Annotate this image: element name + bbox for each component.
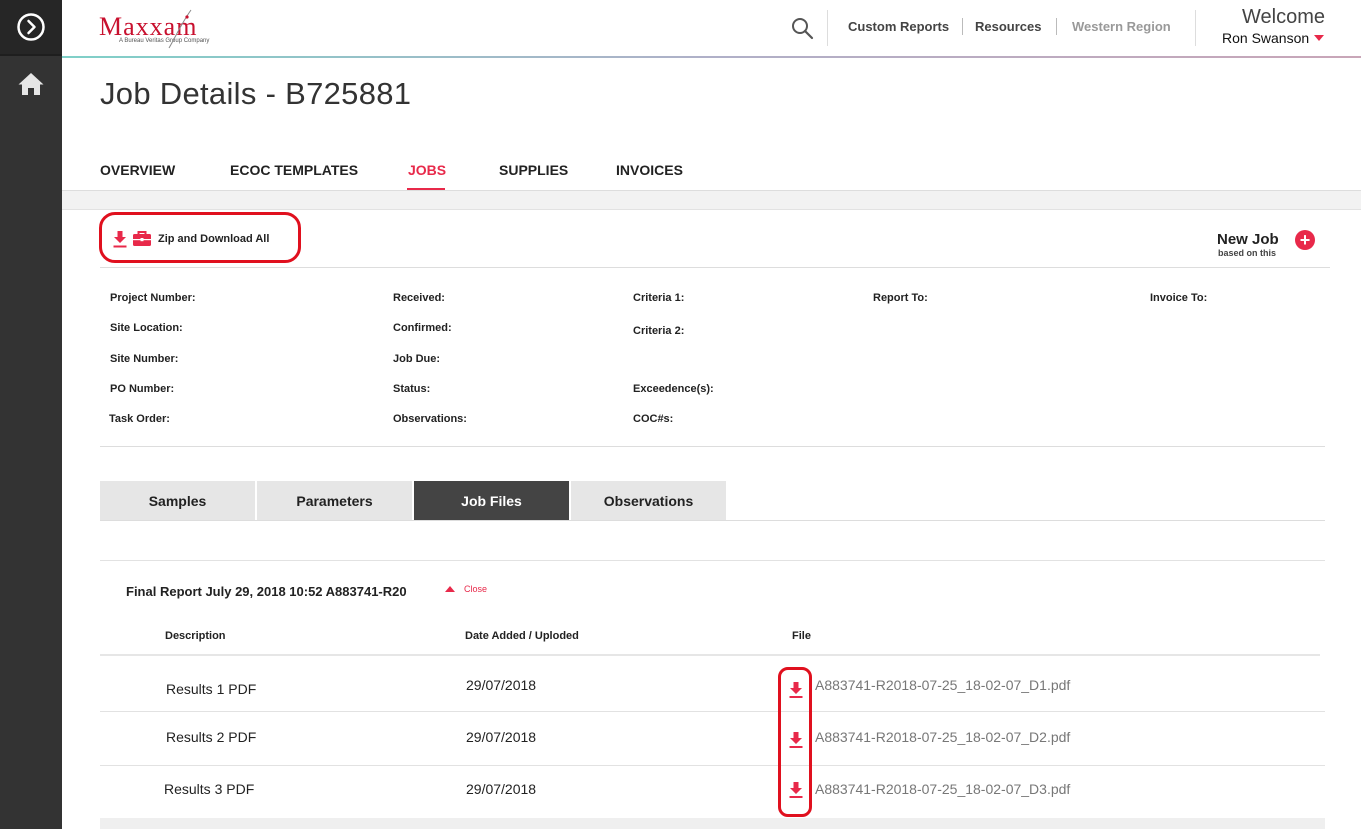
header-divider	[827, 10, 828, 46]
sidebar	[0, 0, 62, 829]
report-close-toggle[interactable]: Close	[445, 584, 487, 594]
search-icon[interactable]	[790, 16, 814, 40]
row-file-link[interactable]: A883741-R2018-07-25_18-02-07_D1.pdf	[815, 677, 1070, 693]
chevron-down-icon[interactable]	[1314, 35, 1324, 41]
annotation-highlight-downloads	[778, 667, 812, 817]
nav-resources[interactable]: Resources	[975, 19, 1041, 34]
field-observations: Observations:	[393, 413, 467, 425]
row-divider	[100, 711, 1325, 712]
field-report-to: Report To:	[873, 292, 928, 304]
user-menu[interactable]: Ron Swanson	[1222, 30, 1309, 46]
sidebar-expand-button[interactable]	[0, 0, 62, 54]
panel-divider	[100, 560, 1325, 561]
logo-swoosh-icon	[168, 9, 192, 49]
field-criteria-1: Criteria 1:	[633, 292, 685, 304]
page-title: Job Details - B725881	[100, 76, 412, 111]
tab-job-files[interactable]: Job Files	[414, 481, 569, 520]
field-coc-numbers: COC#s:	[633, 413, 674, 425]
field-job-due: Job Due:	[393, 353, 441, 365]
logo[interactable]: Maxxam A Bureau Veritas Group Company	[99, 8, 239, 52]
column-header-description: Description	[165, 630, 226, 642]
details-divider	[100, 446, 1325, 447]
new-job-title: New Job	[1217, 231, 1279, 248]
field-received: Received:	[393, 292, 445, 304]
tab-ecoc-templates[interactable]: ECOC TEMPLATES	[230, 162, 358, 178]
field-status: Status:	[393, 383, 431, 395]
tab-samples[interactable]: Samples	[100, 481, 255, 520]
row-description: Results 1 PDF	[166, 681, 257, 697]
top-header: Maxxam A Bureau Veritas Group Company Cu…	[62, 0, 1361, 57]
sidebar-home-button[interactable]	[0, 56, 62, 112]
row-file-link[interactable]: A883741-R2018-07-25_18-02-07_D3.pdf	[815, 781, 1070, 797]
report-title: Final Report July 29, 2018 10:52 A883741…	[126, 584, 407, 599]
header-divider	[1195, 10, 1196, 46]
section-band	[62, 191, 1361, 210]
section-tabs-divider	[100, 520, 1325, 521]
field-site-location: Site Location:	[110, 322, 183, 334]
home-icon	[18, 73, 44, 95]
tab-supplies[interactable]: SUPPLIES	[499, 162, 568, 178]
new-job-subtitle: based on this	[1218, 248, 1277, 258]
new-job-button[interactable]: New Job based on this	[1217, 231, 1279, 258]
column-header-file: File	[792, 630, 811, 642]
field-po-number: PO Number:	[110, 383, 175, 395]
row-date: 29/07/2018	[466, 729, 537, 745]
nav-western-region[interactable]: Western Region	[1072, 19, 1171, 34]
tab-observations[interactable]: Observations	[571, 481, 726, 520]
column-header-date: Date Added / Uploded	[465, 630, 579, 642]
field-exceedences: Exceedence(s):	[633, 383, 714, 395]
tab-parameters[interactable]: Parameters	[257, 481, 412, 520]
close-label: Close	[464, 584, 488, 594]
table-footer-band	[100, 818, 1325, 829]
annotation-highlight-zip	[99, 212, 301, 263]
tab-jobs[interactable]: JOBS	[408, 162, 446, 178]
plus-circle-icon[interactable]: +	[1295, 230, 1315, 250]
field-project-number: Project Number:	[110, 292, 196, 304]
row-description: Results 2 PDF	[166, 729, 257, 745]
welcome-text: Welcome	[1242, 6, 1325, 28]
row-file-link[interactable]: A883741-R2018-07-25_18-02-07_D2.pdf	[815, 729, 1070, 745]
tab-invoices[interactable]: INVOICES	[616, 162, 683, 178]
field-invoice-to: Invoice To:	[1150, 292, 1208, 304]
field-confirmed: Confirmed:	[393, 322, 452, 334]
chevron-up-icon	[445, 586, 455, 592]
table-header-divider	[100, 654, 1320, 656]
field-criteria-2: Criteria 2:	[633, 325, 685, 337]
row-description: Results 3 PDF	[164, 781, 255, 797]
toolbar-divider	[100, 267, 1330, 268]
header-accent-line	[62, 56, 1361, 58]
field-task-order: Task Order:	[109, 413, 170, 425]
tab-overview[interactable]: OVERVIEW	[100, 162, 175, 178]
row-date: 29/07/2018	[466, 677, 537, 693]
row-date: 29/07/2018	[466, 781, 537, 797]
row-divider	[100, 765, 1325, 766]
nav-separator	[962, 18, 963, 35]
chevron-right-circle-icon	[17, 13, 45, 41]
nav-custom-reports[interactable]: Custom Reports	[848, 19, 949, 34]
nav-separator	[1056, 18, 1057, 35]
field-site-number: Site Number:	[110, 353, 179, 365]
